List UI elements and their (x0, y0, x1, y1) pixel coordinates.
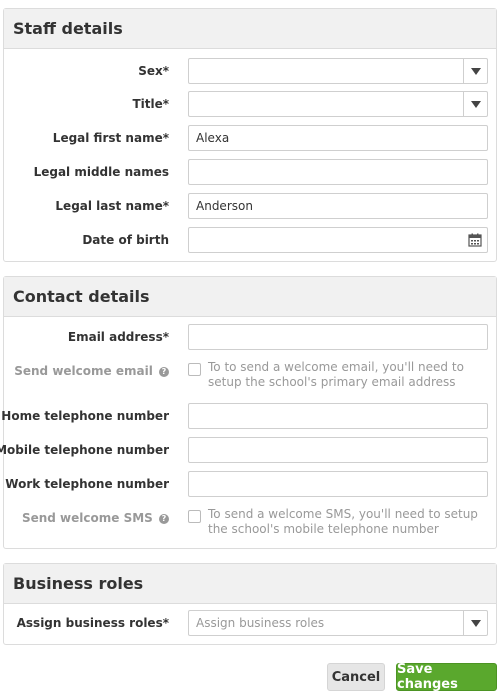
middle-names-label: Legal middle names (33, 165, 169, 179)
contact-details-panel: Contact details Email address* Send welc… (0, 276, 497, 549)
welcome-sms-checkbox[interactable] (188, 510, 201, 523)
chevron-down-icon[interactable] (463, 92, 487, 116)
first-name-input[interactable]: Alexa (188, 125, 488, 151)
business-roles-heading: Business roles (4, 564, 496, 604)
mobile-phone-input[interactable] (188, 437, 488, 463)
title-label: Title* (132, 97, 169, 111)
business-roles-panel: Business roles Assign business roles* As… (3, 563, 497, 645)
work-phone-input[interactable] (188, 471, 488, 497)
question-icon: ? (159, 366, 169, 377)
home-phone-label: Home telephone number (1, 409, 169, 423)
home-phone-input[interactable] (188, 403, 488, 429)
dob-input[interactable] (188, 227, 488, 253)
welcome-email-label-text: Send welcome email (14, 364, 153, 378)
last-name-label: Legal last name* (55, 199, 169, 213)
assign-roles-select[interactable]: Assign business roles (188, 610, 488, 636)
work-phone-label: Work telephone number (5, 477, 169, 491)
save-changes-button[interactable]: Save changes (396, 662, 497, 692)
email-label: Email address* (67, 330, 169, 344)
contact-details-heading: Contact details (4, 277, 496, 317)
calendar-icon[interactable] (468, 233, 482, 247)
middle-names-input[interactable] (188, 159, 488, 185)
welcome-email-help: To to send a welcome email, you'll need … (208, 360, 464, 389)
question-icon: ? (159, 513, 169, 524)
email-input[interactable] (188, 324, 488, 350)
title-select[interactable] (188, 91, 488, 117)
cancel-button[interactable]: Cancel (327, 663, 385, 691)
assign-roles-label: Assign business roles* (16, 616, 169, 630)
chevron-down-icon[interactable] (463, 59, 487, 83)
welcome-email-label: Send welcome email ? (0, 358, 169, 384)
first-name-label: Legal first name* (52, 131, 169, 145)
last-name-input[interactable]: Anderson (188, 193, 488, 219)
sex-select[interactable] (188, 58, 488, 84)
welcome-sms-help: To send a welcome SMS, you'll need to se… (208, 507, 478, 536)
staff-details-heading: Staff details (4, 9, 496, 49)
welcome-email-checkbox[interactable] (188, 363, 201, 376)
staff-details-panel: Staff details Sex* Title* Legal first na… (3, 8, 497, 262)
welcome-sms-label: Send welcome SMS ? (0, 505, 169, 531)
sex-label: Sex* (138, 64, 169, 78)
welcome-sms-label-text: Send welcome SMS (21, 511, 153, 525)
mobile-phone-label: Mobile telephone number (0, 443, 169, 457)
dob-label: Date of birth (82, 233, 169, 247)
chevron-down-icon[interactable] (463, 611, 487, 635)
